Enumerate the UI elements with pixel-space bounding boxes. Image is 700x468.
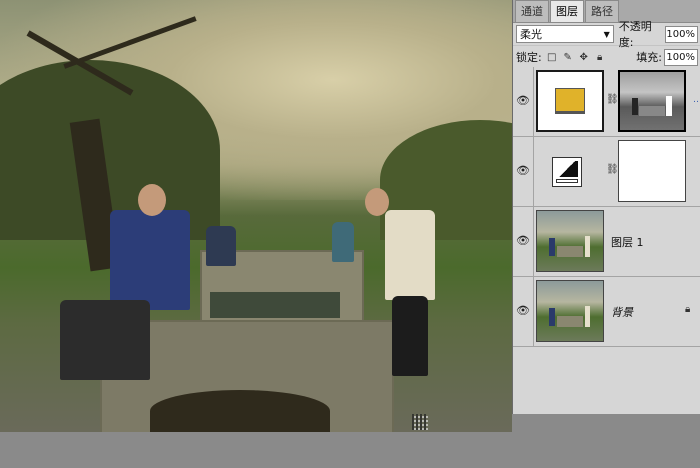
document-canvas[interactable]	[0, 0, 512, 432]
layer-levels-adjustment[interactable]: 👁︎ ⛓	[513, 137, 700, 207]
man-white-jacket-head	[365, 188, 389, 216]
layer-divider	[533, 277, 534, 346]
blend-opacity-row: 柔光 ▼ 不透明度: 100%	[513, 20, 700, 49]
link-icon[interactable]: ⛓	[606, 164, 619, 175]
opacity-input[interactable]: 100%	[665, 25, 698, 43]
man-white-jacket	[385, 210, 435, 300]
tab-channels[interactable]: 通道	[515, 0, 549, 22]
mask-thumbnail[interactable]	[618, 70, 686, 132]
lock-label: 锁定:	[516, 51, 542, 64]
fill-input[interactable]: 100%	[664, 48, 698, 66]
lock-fill-row: 锁定: □ ✎ ✥ 🔒︎ 填充: 100%	[513, 46, 700, 69]
dark-basin	[150, 390, 330, 432]
layer-1[interactable]: 👁︎ 图层 1	[513, 207, 700, 277]
layer-name[interactable]: 背景	[611, 304, 633, 320]
tab-paths[interactable]: 路径	[585, 0, 619, 22]
lock-brush-icon[interactable]: ✎	[562, 51, 574, 63]
thumb-rock	[556, 315, 584, 327]
man-distant	[332, 222, 354, 262]
thumb-figure-2	[666, 96, 672, 117]
lock-move-icon[interactable]: ✥	[578, 51, 590, 63]
panel-bottom-gap	[512, 414, 700, 432]
layer-divider	[533, 67, 534, 136]
man-seated-legs	[60, 300, 150, 380]
thumb-figure-2	[584, 306, 591, 327]
adjustment-icon-bar	[556, 179, 578, 183]
thumb-rock	[639, 105, 665, 117]
eye-icon[interactable]: 👁︎	[516, 94, 530, 107]
blend-mode-select[interactable]: 柔光 ▼	[516, 25, 614, 43]
chevron-down-icon: ▼	[603, 29, 610, 39]
color-swatch-icon	[555, 88, 585, 114]
eye-icon[interactable]: 👁︎	[516, 234, 530, 247]
status-bar	[0, 432, 700, 468]
thumb-figure-1	[548, 238, 556, 256]
man-white-jacket-legs	[392, 296, 428, 376]
thumb-figure-1	[548, 308, 556, 326]
panel-tabs: 通道 图层 路径	[513, 0, 700, 23]
eye-icon[interactable]: 👁︎	[516, 304, 530, 317]
layer-thumbnail[interactable]	[536, 280, 604, 342]
fill-thumbnail[interactable]	[536, 70, 604, 132]
layer-divider	[533, 137, 534, 206]
mask-thumbnail[interactable]	[618, 140, 686, 202]
adjustment-icon[interactable]	[552, 157, 582, 187]
opacity-label: 不透明度:	[618, 20, 652, 49]
water	[210, 292, 340, 318]
adjustment-icon-fill	[556, 161, 578, 177]
layer-color-fill[interactable]: 👁︎ ⛓ …	[513, 67, 700, 137]
blend-mode-value: 柔光	[520, 28, 542, 41]
lock-all-icon[interactable]: 🔒︎	[594, 51, 606, 63]
layer-background[interactable]: 👁︎ 背景 🔒︎	[513, 277, 700, 347]
lock-icon: 🔒︎	[685, 304, 691, 315]
man-back-sitting	[206, 226, 236, 266]
thumb-figure-2	[584, 236, 591, 257]
thumb-rock	[556, 245, 584, 257]
layer-thumbnail[interactable]	[536, 210, 604, 272]
fill-label: 填充:	[636, 51, 662, 64]
man-seated-blue	[110, 210, 190, 310]
transparency-corner	[412, 414, 428, 430]
eye-icon[interactable]: 👁︎	[516, 164, 530, 177]
man-seated-head	[138, 184, 166, 216]
layer-divider	[533, 207, 534, 276]
link-icon[interactable]: ⛓	[606, 94, 619, 105]
more-icon: …	[693, 95, 700, 105]
layers-panel: 通道 图层 路径 柔光 ▼ 不透明度: 100% 锁定: □ ✎ ✥ 🔒︎ 填充…	[512, 0, 700, 414]
thumb-figure-1	[631, 98, 638, 116]
lock-transparent-icon[interactable]: □	[546, 51, 558, 63]
layer-name[interactable]: 图层 1	[611, 234, 644, 250]
tab-layers[interactable]: 图层	[550, 0, 584, 22]
